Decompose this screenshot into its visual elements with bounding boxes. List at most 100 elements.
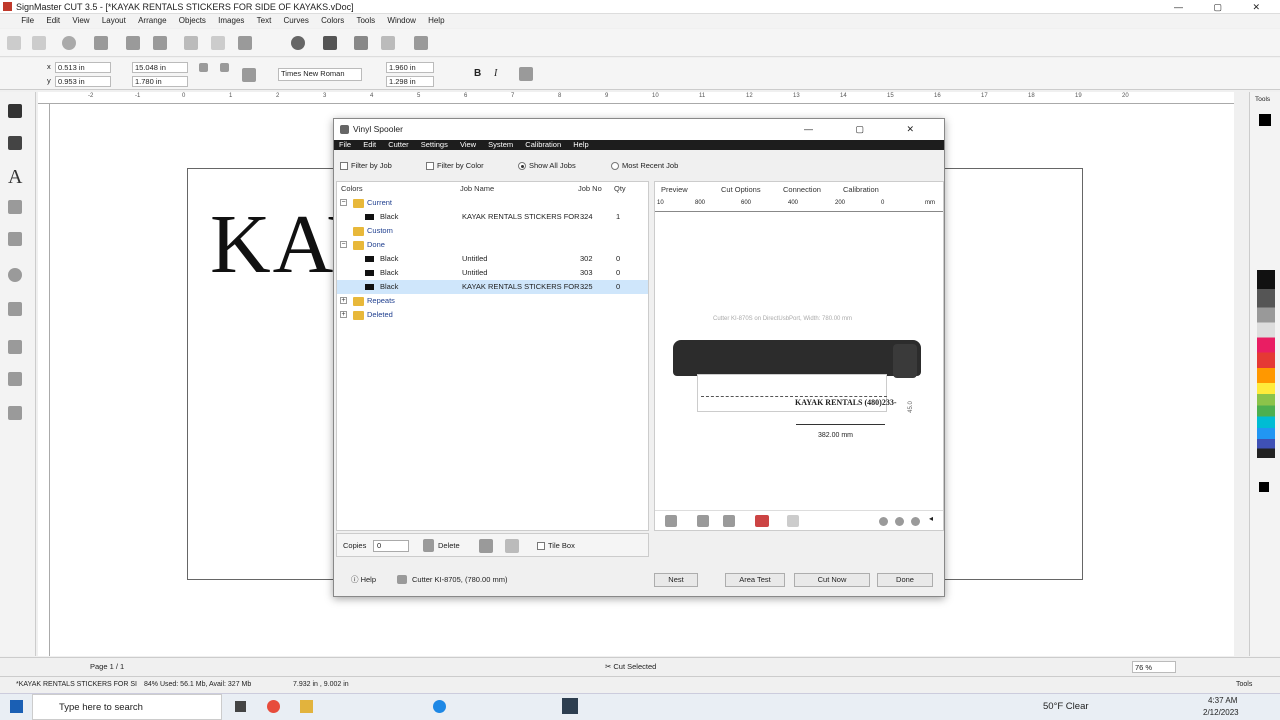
dlg-menu-file[interactable]: File bbox=[334, 140, 356, 150]
job-row[interactable]: Black Untitled 303 0 bbox=[337, 266, 648, 280]
paste-icon[interactable] bbox=[238, 36, 252, 50]
tab-calibration[interactable]: Calibration bbox=[843, 185, 879, 194]
edge-icon[interactable] bbox=[433, 700, 446, 713]
tab-cut-options[interactable]: Cut Options bbox=[721, 185, 761, 194]
job-row[interactable]: Black Untitled 302 0 bbox=[337, 252, 648, 266]
job-row[interactable]: Black KAYAK RENTALS STICKERS FOR ... 325 0 bbox=[337, 280, 648, 294]
new-icon[interactable] bbox=[7, 36, 21, 50]
col-colors[interactable]: Colors bbox=[341, 184, 363, 193]
trace-tool-icon[interactable] bbox=[8, 232, 22, 246]
lock-icon[interactable] bbox=[199, 63, 208, 72]
menu-help[interactable]: Help bbox=[423, 14, 449, 28]
start-icon[interactable] bbox=[10, 700, 23, 713]
job-group-row[interactable]: + Deleted bbox=[337, 308, 648, 322]
shape-tool-icon[interactable] bbox=[8, 200, 22, 214]
pointer-tool-icon[interactable] bbox=[8, 104, 22, 118]
align-icon[interactable] bbox=[519, 67, 533, 81]
node-edit-tool-icon[interactable] bbox=[8, 136, 22, 150]
preview-clear-icon[interactable] bbox=[755, 515, 769, 527]
expand-toggle-icon[interactable]: − bbox=[340, 241, 347, 248]
area-test-button[interactable]: Area Test bbox=[725, 573, 785, 587]
dlg-menu-view[interactable]: View bbox=[455, 140, 481, 150]
nest-button[interactable]: Nest bbox=[654, 573, 698, 587]
col-qty[interactable]: Qty bbox=[614, 184, 626, 193]
save-job-icon[interactable] bbox=[479, 539, 493, 553]
tile-box-checkbox[interactable]: Tile Box bbox=[537, 534, 575, 558]
height-field[interactable]: 1.780 in bbox=[132, 76, 188, 87]
job-group-row[interactable]: Custom bbox=[337, 224, 648, 238]
save-icon[interactable] bbox=[94, 36, 108, 50]
window-controls[interactable]: — ▢ ✕ bbox=[1174, 0, 1274, 14]
redo-icon[interactable] bbox=[381, 36, 395, 50]
y-field[interactable]: 0.953 in bbox=[55, 76, 111, 87]
done-button[interactable]: Done bbox=[877, 573, 933, 587]
tools-toggle[interactable]: Tools bbox=[1236, 677, 1252, 693]
rotate-icon[interactable] bbox=[220, 63, 229, 72]
signmaster-taskbar-icon[interactable] bbox=[562, 698, 578, 714]
node-tool-icon[interactable] bbox=[414, 36, 428, 50]
job-group-row[interactable]: − Done bbox=[337, 238, 648, 252]
scissors-icon[interactable] bbox=[184, 36, 198, 50]
taskbar-search[interactable]: Type here to search bbox=[32, 694, 222, 720]
filter-by-job-checkbox[interactable]: Filter by Job bbox=[340, 155, 392, 177]
zoom-out-icon[interactable] bbox=[895, 517, 904, 526]
copies-input[interactable]: 0 bbox=[373, 540, 409, 552]
import-icon[interactable] bbox=[62, 36, 76, 50]
preview-add-icon[interactable] bbox=[665, 515, 677, 527]
expand-toggle-icon[interactable]: + bbox=[340, 311, 347, 318]
zoom-fit-icon[interactable] bbox=[911, 517, 920, 526]
text-tool-icon[interactable]: A bbox=[8, 166, 22, 189]
delete-button[interactable]: Delete bbox=[438, 534, 460, 558]
dlg-menu-system[interactable]: System bbox=[483, 140, 518, 150]
color-palette[interactable] bbox=[1257, 270, 1275, 458]
dlg-menu-cutter[interactable]: Cutter bbox=[383, 140, 413, 150]
help-button[interactable]: ⓘ Help bbox=[351, 565, 376, 595]
italic-button[interactable]: I bbox=[494, 68, 497, 79]
show-all-jobs-radio[interactable]: Show All Jobs bbox=[518, 155, 576, 177]
menu-objects[interactable]: Objects bbox=[174, 14, 211, 28]
current-color-swatch[interactable] bbox=[1259, 114, 1271, 126]
file-explorer-icon[interactable] bbox=[300, 700, 313, 713]
fill-icon[interactable] bbox=[291, 36, 305, 50]
cut-now-button[interactable]: Cut Now bbox=[794, 573, 870, 587]
cut-plotter-icon[interactable] bbox=[153, 36, 167, 50]
line-height-field[interactable]: 1.298 in bbox=[386, 76, 434, 87]
font-select[interactable]: Times New Roman bbox=[278, 68, 362, 81]
zoom-tool-icon[interactable] bbox=[8, 268, 22, 282]
menu-window[interactable]: Window bbox=[382, 14, 420, 28]
job-row[interactable]: Black KAYAK RENTALS STICKERS FOR ... 324 1 bbox=[337, 210, 648, 224]
preview-copy-icon[interactable] bbox=[697, 515, 709, 527]
menu-colors[interactable]: Colors bbox=[316, 14, 349, 28]
zoom-in-icon[interactable] bbox=[879, 517, 888, 526]
print-icon[interactable] bbox=[126, 36, 140, 50]
x-field[interactable]: 0.513 in bbox=[55, 62, 111, 73]
undo-icon[interactable] bbox=[354, 36, 368, 50]
collapse-arrow-icon[interactable]: ◂ bbox=[929, 514, 933, 523]
most-recent-job-radio[interactable]: Most Recent Job bbox=[611, 155, 678, 177]
open-icon[interactable] bbox=[32, 36, 46, 50]
menu-curves[interactable]: Curves bbox=[279, 14, 314, 28]
delete-icon[interactable] bbox=[423, 539, 434, 552]
width-field[interactable]: 15.048 in bbox=[132, 62, 188, 73]
weed-tool-icon[interactable] bbox=[8, 340, 22, 354]
menu-images[interactable]: Images bbox=[213, 14, 249, 28]
text-tool-icon[interactable] bbox=[323, 36, 337, 50]
weather-text[interactable]: 50°F Clear bbox=[1043, 701, 1089, 712]
menu-view[interactable]: View bbox=[67, 14, 94, 28]
preview-weed-icon[interactable] bbox=[723, 515, 735, 527]
barcode-tool-icon[interactable] bbox=[8, 406, 22, 420]
menu-tools[interactable]: Tools bbox=[351, 14, 380, 28]
expand-toggle-icon[interactable]: − bbox=[340, 199, 347, 206]
menu-edit[interactable]: Edit bbox=[41, 14, 65, 28]
tab-connection[interactable]: Connection bbox=[783, 185, 821, 194]
job-group-row[interactable]: + Repeats bbox=[337, 294, 648, 308]
menu-arrange[interactable]: Arrange bbox=[133, 14, 171, 28]
font-size-field[interactable]: 1.960 in bbox=[386, 62, 434, 73]
zoom-select[interactable]: 76 % bbox=[1132, 661, 1176, 673]
filter-by-color-checkbox[interactable]: Filter by Color bbox=[426, 155, 484, 177]
dlg-menu-help[interactable]: Help bbox=[568, 140, 593, 150]
dlg-menu-settings[interactable]: Settings bbox=[416, 140, 453, 150]
dlg-menu-edit[interactable]: Edit bbox=[358, 140, 381, 150]
cut-selected-button[interactable]: ✂ Cut Selected bbox=[605, 658, 656, 676]
job-group-row[interactable]: − Current bbox=[337, 196, 648, 210]
